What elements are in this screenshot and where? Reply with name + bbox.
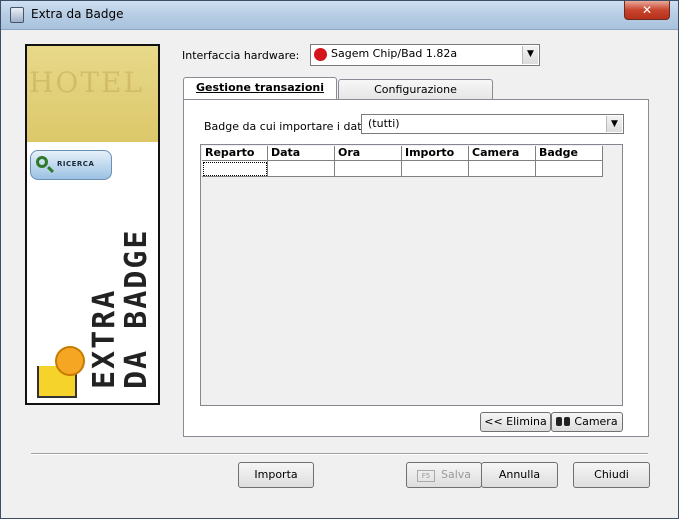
importa-button[interactable]: Importa: [238, 462, 314, 488]
search-button-label: RICERCA: [57, 160, 95, 168]
chiudi-button[interactable]: Chiudi: [573, 462, 650, 488]
column-header-data[interactable]: Data: [268, 146, 335, 161]
app-icon: [10, 7, 24, 23]
column-header-importo[interactable]: Importo: [402, 146, 469, 161]
close-button[interactable]: ✕: [624, 1, 670, 20]
banner-title-line-1: EXTRA: [87, 288, 122, 389]
table-cell[interactable]: [469, 161, 536, 177]
window-title: Extra da Badge: [31, 7, 124, 21]
column-header-badge[interactable]: Badge: [536, 146, 603, 161]
chevron-down-icon[interactable]: ▼: [606, 116, 622, 132]
transactions-table[interactable]: Reparto Data Ora Importo Camera Badge: [200, 144, 623, 406]
annulla-button[interactable]: Annulla: [481, 462, 558, 488]
search-button[interactable]: RICERCA: [30, 150, 112, 180]
camera-button-label: Camera: [574, 415, 618, 428]
column-header-ora[interactable]: Ora: [335, 146, 402, 161]
salva-button[interactable]: F5 Salva: [406, 462, 482, 488]
column-header-camera[interactable]: Camera: [469, 146, 536, 161]
footer-divider: [31, 453, 648, 455]
side-banner: HOTEL RICERCA EXTRA DA BADGE: [25, 44, 160, 405]
table-cell[interactable]: [268, 161, 335, 177]
hardware-select-value: Sagem Chip/Bad 1.82a: [331, 47, 458, 60]
dialog-body: HOTEL RICERCA EXTRA DA BADGE Interfaccia…: [9, 30, 670, 512]
hardware-select[interactable]: Sagem Chip/Bad 1.82a ▼: [310, 44, 540, 66]
hotel-logo: HOTEL: [29, 66, 145, 99]
badge-filter-value: (tutti): [368, 117, 400, 130]
badge-filter-select[interactable]: (tutti) ▼: [361, 114, 624, 134]
badge-filter-label: Badge da cui importare i dati:: [204, 120, 369, 133]
chevron-down-icon[interactable]: ▼: [522, 46, 538, 64]
search-icon: [36, 156, 48, 168]
column-header-reparto[interactable]: Reparto: [202, 146, 268, 161]
tab-configurazione[interactable]: Configurazione: [338, 79, 493, 101]
table-cell[interactable]: [536, 161, 603, 177]
tab-panel-transazioni: Badge da cui importare i dati: (tutti) ▼…: [183, 99, 649, 437]
banner-header: HOTEL: [27, 46, 158, 142]
f5-key-icon: F5: [416, 470, 435, 482]
table-cell[interactable]: [335, 161, 402, 177]
table-cell[interactable]: [202, 161, 268, 177]
table-cell[interactable]: [402, 161, 469, 177]
tab-gestione-transazioni[interactable]: Gestione transazioni: [183, 77, 337, 101]
lemon-slice-icon: [55, 346, 85, 376]
camera-button[interactable]: Camera: [551, 412, 623, 432]
sagem-logo-icon: [314, 48, 327, 61]
binoculars-icon: [556, 417, 571, 426]
title-bar[interactable]: Extra da Badge ✕: [1, 1, 678, 30]
elimina-button[interactable]: << Elimina: [480, 412, 551, 432]
main-window: Extra da Badge ✕ HOTEL RICERCA EXTRA DA …: [0, 0, 679, 519]
banner-title-line-2: DA BADGE: [119, 228, 154, 390]
hardware-label: Interfaccia hardware:: [182, 49, 300, 62]
salva-button-label: Salva: [440, 468, 472, 481]
